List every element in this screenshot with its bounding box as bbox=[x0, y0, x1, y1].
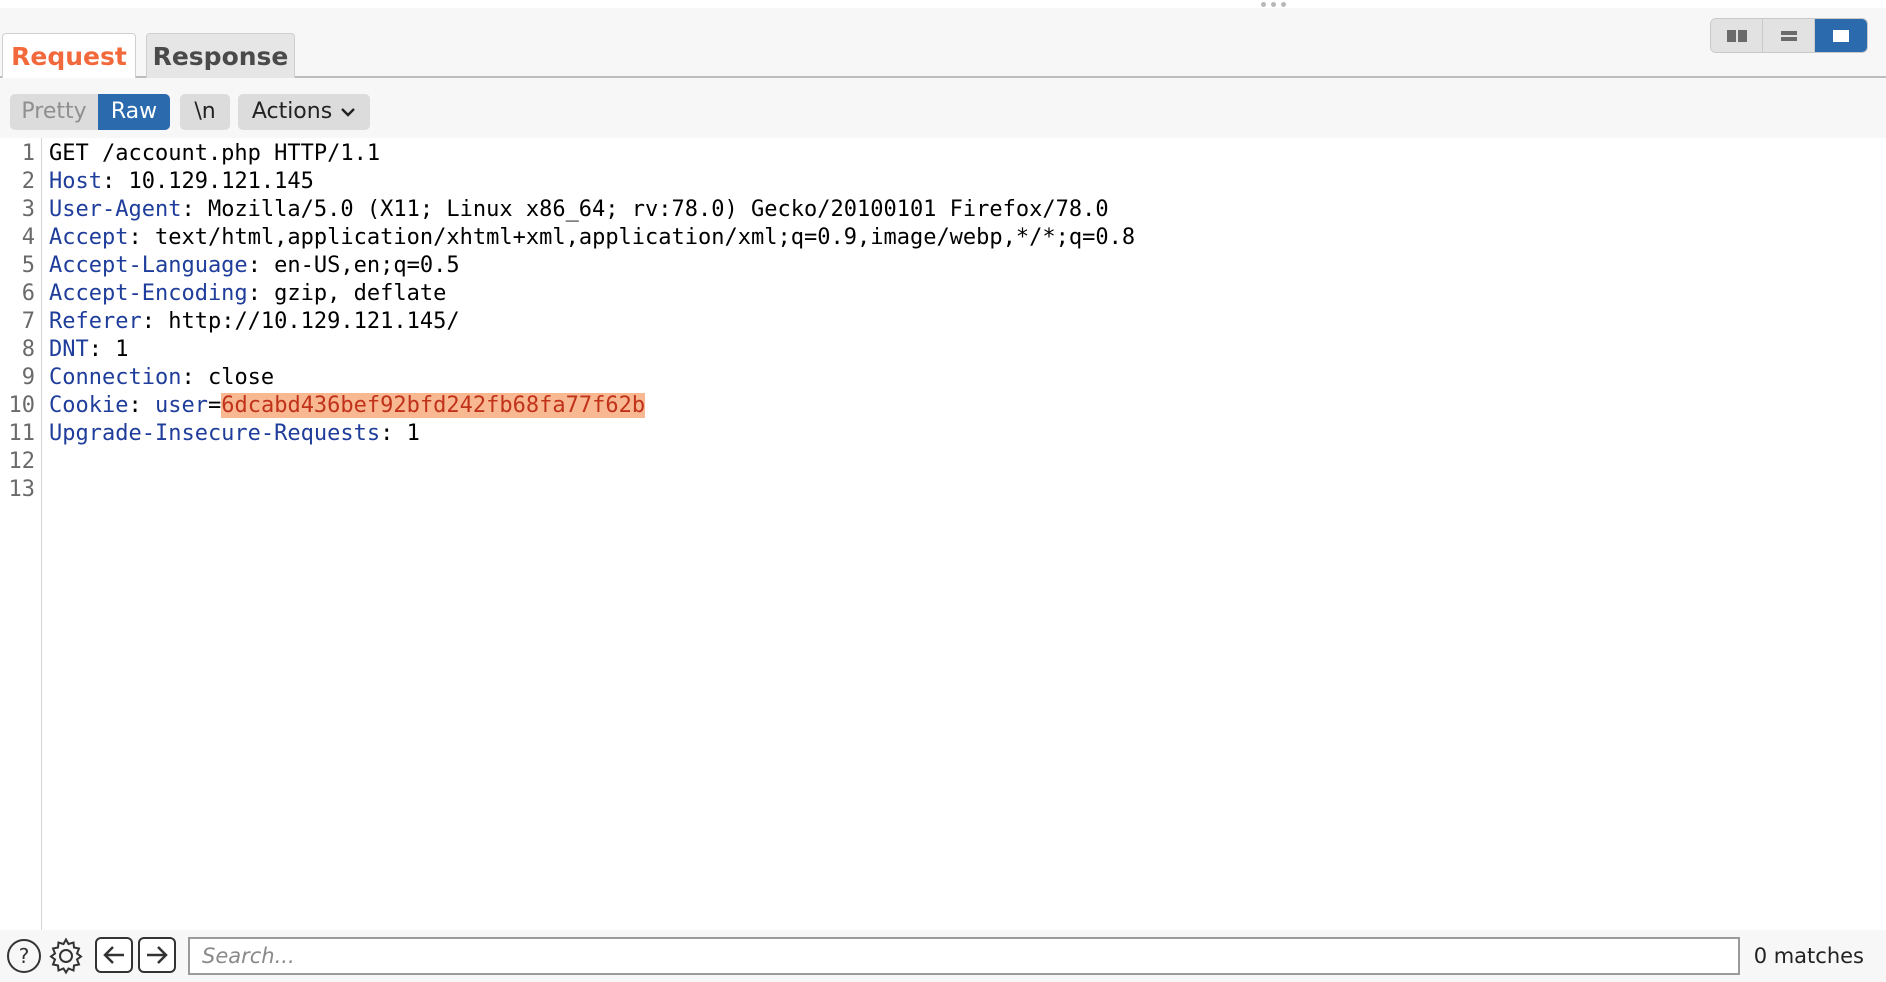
code-line: Cookie: user=6dcabd436bef92bfd242fb68fa7… bbox=[49, 393, 646, 418]
code-line: Upgrade-Insecure-Requests: 1 bbox=[49, 420, 420, 448]
header-separator: : bbox=[247, 253, 261, 278]
header-separator: : bbox=[141, 309, 155, 334]
code-line: Accept-Language: en-US,en;q=0.5 bbox=[49, 252, 460, 280]
gear-icon bbox=[49, 937, 83, 975]
columns-icon bbox=[1726, 29, 1747, 42]
header-value: text/html,application/xhtml+xml,applicat… bbox=[141, 225, 1136, 250]
code-line: Referer: http://10.129.121.145/ bbox=[49, 308, 460, 336]
header-separator: : bbox=[128, 225, 142, 250]
line-number: 13 bbox=[8, 477, 36, 502]
layout-split-vertical-button[interactable] bbox=[1763, 19, 1815, 52]
line-number-gutter: 1 2 3 4 5 6 7 8 9 10 11 12 13 bbox=[0, 138, 42, 930]
code-line: DNT: 1 bbox=[49, 336, 129, 364]
header-value: Mozilla/5.0 (X11; Linux x86_64; rv:78.0)… bbox=[194, 197, 1109, 222]
settings-button[interactable] bbox=[46, 936, 86, 976]
line-number: 5 bbox=[21, 253, 35, 278]
next-match-button[interactable] bbox=[138, 937, 176, 973]
header-name: Host bbox=[49, 169, 102, 194]
header-name: Accept-Encoding bbox=[49, 281, 248, 306]
help-button[interactable]: ? bbox=[4, 936, 44, 976]
header-separator: : bbox=[88, 337, 102, 362]
layout-single-button[interactable] bbox=[1815, 19, 1867, 52]
cookie-value-highlight: 6dcabd436bef92bfd242fb68fa77f62b bbox=[221, 393, 646, 418]
single-pane-icon bbox=[1833, 29, 1849, 42]
top-strip bbox=[0, 0, 1886, 8]
header-separator: : bbox=[380, 421, 394, 446]
previous-match-button[interactable] bbox=[95, 937, 133, 973]
arrow-right-icon bbox=[147, 946, 168, 964]
line-number: 9 bbox=[21, 365, 35, 390]
help-icon: ? bbox=[7, 939, 41, 973]
header-name: DNT bbox=[49, 337, 89, 362]
search-bar: ? 0 matches bbox=[0, 930, 1886, 982]
editor-toolbar: Pretty Raw \n Actions bbox=[0, 78, 1886, 138]
line-number: 4 bbox=[21, 225, 35, 250]
pretty-button[interactable]: Pretty bbox=[10, 94, 98, 130]
header-separator: : bbox=[247, 281, 261, 306]
header-value: 1 bbox=[393, 421, 420, 446]
line-number: 3 bbox=[21, 197, 35, 222]
code-line: GET /account.php HTTP/1.1 bbox=[49, 141, 381, 166]
line-number: 12 bbox=[8, 449, 36, 474]
header-name: User-Agent bbox=[49, 197, 182, 222]
cookie-name: user bbox=[154, 393, 208, 418]
line-number: 7 bbox=[21, 309, 35, 334]
header-separator: : bbox=[181, 197, 195, 222]
arrow-left-icon bbox=[103, 946, 124, 964]
header-name: Connection bbox=[49, 365, 182, 390]
code-line: User-Agent: Mozilla/5.0 (X11; Linux x86_… bbox=[49, 196, 1109, 224]
header-value: 1 bbox=[102, 337, 129, 362]
http-message-editor: Request Response Pretty Raw \n Actions 1… bbox=[0, 0, 1886, 982]
header-value: 10.129.121.145 bbox=[115, 169, 314, 194]
header-value: http://10.129.121.145/ bbox=[154, 309, 460, 334]
search-input[interactable] bbox=[188, 937, 1740, 975]
line-number: 8 bbox=[21, 337, 35, 362]
chevron-down-icon bbox=[341, 108, 356, 117]
raw-button[interactable]: Raw bbox=[98, 94, 170, 130]
header-name: Upgrade-Insecure-Requests bbox=[49, 421, 381, 446]
rows-icon bbox=[1780, 30, 1797, 41]
header-separator: : bbox=[101, 169, 116, 194]
header-value: gzip, deflate bbox=[260, 281, 447, 306]
header-value: en-US,en;q=0.5 bbox=[260, 253, 460, 278]
header-separator: : bbox=[181, 365, 195, 390]
tab-response[interactable]: Response bbox=[146, 33, 295, 79]
line-number: 1 bbox=[21, 141, 35, 166]
drag-handle[interactable] bbox=[1258, 0, 1288, 8]
tab-header: Request Response bbox=[0, 8, 1886, 80]
line-number: 2 bbox=[21, 169, 35, 194]
tab-request[interactable]: Request bbox=[2, 33, 136, 80]
line-number: 11 bbox=[8, 421, 36, 446]
match-count: 0 matches bbox=[1753, 944, 1864, 968]
newline-toggle-button[interactable]: \n bbox=[180, 94, 230, 130]
actions-label: Actions bbox=[251, 99, 333, 124]
code-line: Accept: text/html,application/xhtml+xml,… bbox=[49, 224, 1135, 252]
actions-button[interactable]: Actions bbox=[238, 94, 370, 130]
layout-toggle bbox=[1710, 18, 1868, 53]
header-name: Accept-Language bbox=[49, 253, 248, 278]
header-separator: : bbox=[128, 393, 142, 418]
line-number: 6 bbox=[21, 281, 35, 306]
header-name: Accept bbox=[49, 225, 129, 250]
layout-split-horizontal-button[interactable] bbox=[1711, 19, 1763, 52]
raw-editor[interactable]: 1 2 3 4 5 6 7 8 9 10 11 12 13 GET /account.php HTTP/… bbox=[0, 138, 1886, 930]
header-name: Referer bbox=[49, 309, 142, 334]
header-value: close bbox=[194, 365, 275, 390]
view-mode-toggle: Pretty Raw bbox=[10, 94, 170, 130]
code-line: Host: 10.129.121.145 bbox=[49, 168, 314, 196]
code-line: Accept-Encoding: gzip, deflate bbox=[49, 280, 446, 308]
code-line: Connection: close bbox=[49, 364, 274, 392]
header-name: Cookie bbox=[49, 393, 129, 418]
svg-text:?: ? bbox=[19, 944, 30, 968]
line-number: 10 bbox=[8, 393, 36, 418]
